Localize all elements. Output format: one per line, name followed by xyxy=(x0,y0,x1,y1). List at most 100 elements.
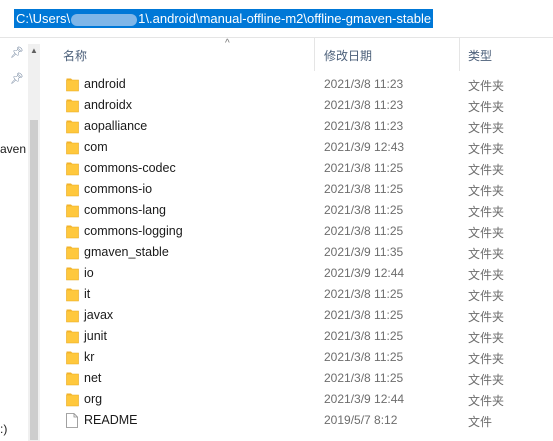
file-type: 文件夹 xyxy=(468,331,505,345)
file-row[interactable]: commons-logging 2021/3/8 11:25 文件夹 xyxy=(41,221,553,242)
folder-icon xyxy=(66,182,79,200)
file-name: README xyxy=(84,413,138,427)
file-row[interactable]: javax 2021/3/8 11:25 文件夹 xyxy=(41,305,553,326)
folder-icon xyxy=(66,245,79,263)
file-row[interactable]: commons-lang 2021/3/8 11:25 文件夹 xyxy=(41,200,553,221)
file-type: 文件夹 xyxy=(468,226,505,240)
folder-icon xyxy=(66,203,79,221)
file-row[interactable]: it 2021/3/8 11:25 文件夹 xyxy=(41,284,553,305)
file-name: android xyxy=(84,77,126,91)
address-suffix: 1\.android\manual-offline-m2\offline-gma… xyxy=(138,11,432,26)
folder-icon xyxy=(66,329,79,347)
file-row[interactable]: aopalliance 2021/3/8 11:23 文件夹 xyxy=(41,116,553,137)
file-row[interactable]: io 2021/3/9 12:44 文件夹 xyxy=(41,263,553,284)
nav-scrollbar-thumb[interactable] xyxy=(30,120,38,440)
file-name: io xyxy=(84,266,94,280)
column-divider[interactable] xyxy=(314,38,315,71)
folder-icon xyxy=(66,350,79,368)
column-header: ^ 名称 修改日期 类型 xyxy=(41,38,553,71)
file-type: 文件夹 xyxy=(468,163,505,177)
pin-icon[interactable]: 📌︎ xyxy=(10,72,24,86)
file-type: 文件夹 xyxy=(468,373,505,387)
file-icon xyxy=(66,413,78,431)
file-type: 文件夹 xyxy=(468,247,505,261)
file-type: 文件夹 xyxy=(468,100,505,114)
file-name: gmaven_stable xyxy=(84,245,169,259)
column-header-name[interactable]: 名称 xyxy=(63,47,87,64)
file-type: 文件夹 xyxy=(468,289,505,303)
folder-icon xyxy=(66,77,79,95)
file-type: 文件夹 xyxy=(468,394,505,408)
column-divider[interactable] xyxy=(459,38,460,71)
file-type: 文件夹 xyxy=(468,184,505,198)
file-name: commons-logging xyxy=(84,224,183,238)
file-modified-date: 2021/3/9 12:43 xyxy=(324,140,405,154)
file-row[interactable]: junit 2021/3/8 11:25 文件夹 xyxy=(41,326,553,347)
file-row[interactable]: org 2021/3/9 12:44 文件夹 xyxy=(41,389,553,410)
folder-icon xyxy=(66,392,79,410)
file-name: net xyxy=(84,371,102,385)
file-modified-date: 2019/5/7 8:12 xyxy=(324,413,398,427)
file-name: aopalliance xyxy=(84,119,148,133)
nav-item-label[interactable]: aven xyxy=(0,142,26,156)
file-modified-date: 2021/3/9 11:35 xyxy=(324,245,404,259)
folder-icon xyxy=(66,224,79,242)
file-type: 文件夹 xyxy=(468,142,505,156)
file-row[interactable]: README 2019/5/7 8:12 文件 xyxy=(41,410,553,431)
file-type: 文件 xyxy=(468,415,493,429)
file-row[interactable]: android 2021/3/8 11:23 文件夹 xyxy=(41,74,553,95)
pin-icon[interactable]: 📌︎ xyxy=(10,46,24,60)
file-row[interactable]: gmaven_stable 2021/3/9 11:35 文件夹 xyxy=(41,242,553,263)
file-row[interactable]: commons-io 2021/3/8 11:25 文件夹 xyxy=(41,179,553,200)
file-name: commons-lang xyxy=(84,203,166,217)
folder-icon xyxy=(66,161,79,179)
folder-icon xyxy=(66,371,79,389)
file-type: 文件夹 xyxy=(468,352,505,366)
folder-icon xyxy=(66,119,79,137)
file-modified-date: 2021/3/8 11:25 xyxy=(324,182,404,196)
file-name: commons-io xyxy=(84,182,153,196)
file-name: javax xyxy=(84,308,114,322)
file-type: 文件夹 xyxy=(468,310,505,324)
column-header-date[interactable]: 修改日期 xyxy=(324,47,372,64)
file-modified-date: 2021/3/8 11:25 xyxy=(324,161,404,175)
column-header-type[interactable]: 类型 xyxy=(468,47,492,64)
file-name: org xyxy=(84,392,103,406)
file-modified-date: 2021/3/8 11:25 xyxy=(324,203,404,217)
address-prefix: C:\Users\ xyxy=(16,11,71,26)
file-name: commons-codec xyxy=(84,161,176,175)
nav-item-label[interactable]: :) xyxy=(0,422,7,436)
file-type: 文件夹 xyxy=(468,121,505,135)
file-name: it xyxy=(84,287,91,301)
file-modified-date: 2021/3/8 11:25 xyxy=(324,371,404,385)
file-row[interactable]: commons-codec 2021/3/8 11:25 文件夹 xyxy=(41,158,553,179)
folder-icon xyxy=(66,140,79,158)
file-row[interactable]: androidx 2021/3/8 11:23 文件夹 xyxy=(41,95,553,116)
file-modified-date: 2021/3/8 11:25 xyxy=(324,224,404,238)
sort-ascending-icon: ^ xyxy=(225,38,230,49)
scroll-up-arrow-icon[interactable]: ▲ xyxy=(28,44,40,58)
file-modified-date: 2021/3/8 11:23 xyxy=(324,119,404,133)
address-path-selected[interactable]: C:\Users\ 1\.android\manual-offline-m2\of… xyxy=(14,9,434,28)
file-name: kr xyxy=(84,350,95,364)
file-row[interactable]: net 2021/3/8 11:25 文件夹 xyxy=(41,368,553,389)
file-type: 文件夹 xyxy=(468,79,505,93)
file-name: androidx xyxy=(84,98,132,112)
file-modified-date: 2021/3/8 11:25 xyxy=(324,308,404,322)
navigation-pane[interactable]: 📌︎ 📌︎ aven :) ▲ xyxy=(0,38,41,441)
folder-icon xyxy=(66,266,79,284)
file-row[interactable]: kr 2021/3/8 11:25 文件夹 xyxy=(41,347,553,368)
folder-icon xyxy=(66,98,79,116)
file-modified-date: 2021/3/8 11:25 xyxy=(324,329,404,343)
file-row[interactable]: com 2021/3/9 12:43 文件夹 xyxy=(41,137,553,158)
folder-icon xyxy=(66,287,79,305)
file-modified-date: 2021/3/9 12:44 xyxy=(324,266,405,280)
file-type: 文件夹 xyxy=(468,205,505,219)
address-bar[interactable]: C:\Users\ 1\.android\manual-offline-m2\of… xyxy=(0,0,553,38)
file-modified-date: 2021/3/9 12:44 xyxy=(324,392,405,406)
file-modified-date: 2021/3/8 11:25 xyxy=(324,287,404,301)
file-name: com xyxy=(84,140,108,154)
folder-icon xyxy=(66,308,79,326)
file-modified-date: 2021/3/8 11:23 xyxy=(324,77,404,91)
file-name: junit xyxy=(84,329,107,343)
